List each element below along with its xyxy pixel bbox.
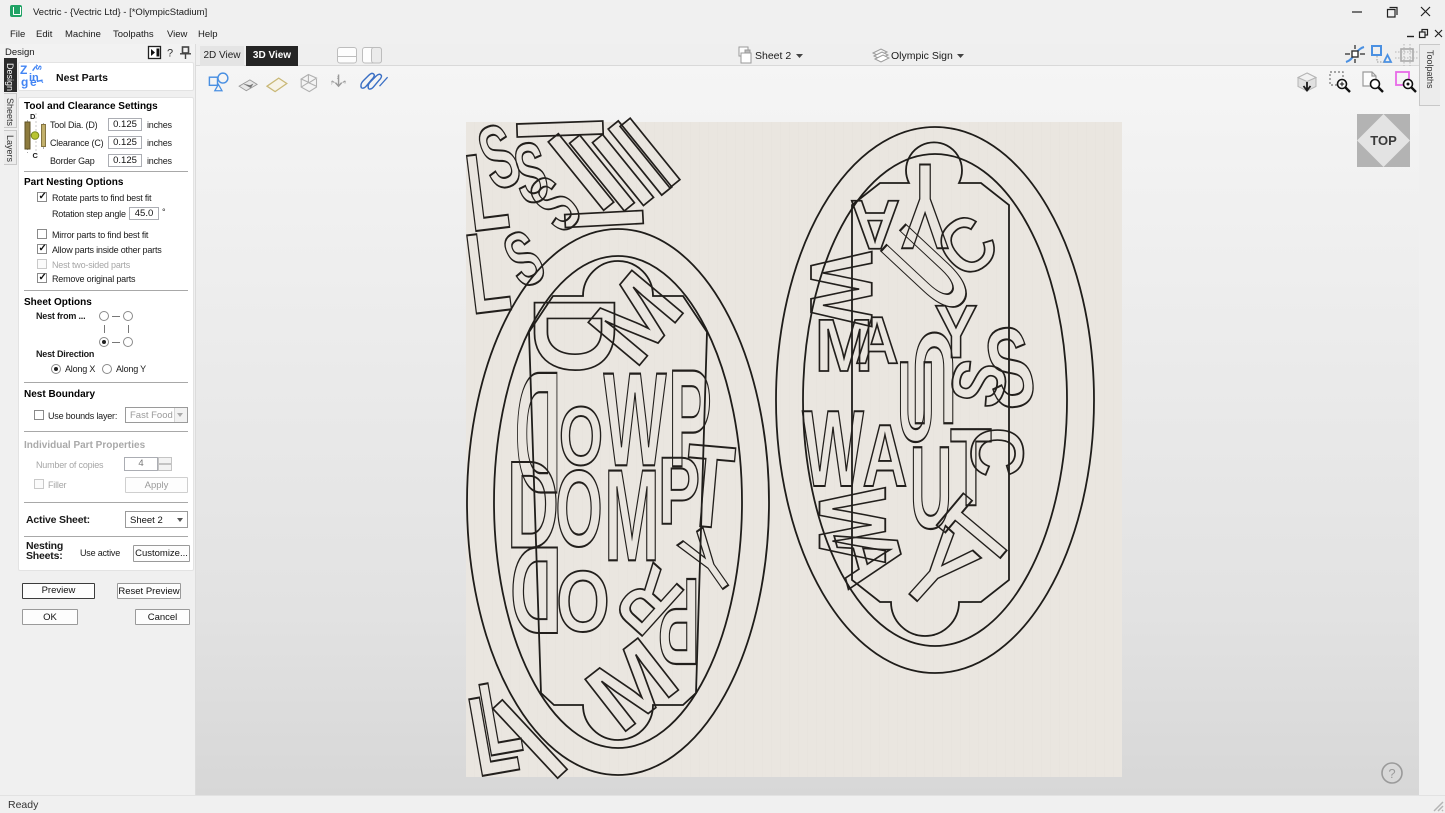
svg-text:TOP: TOP: [1370, 133, 1397, 148]
svg-text:O: O: [556, 555, 609, 650]
svg-text:D: D: [510, 521, 562, 660]
svg-text:?: ?: [1388, 766, 1395, 781]
svg-text:g: g: [21, 75, 28, 89]
svg-text:A: A: [855, 305, 898, 379]
svg-text:Sheet 2: Sheet 2: [755, 50, 791, 62]
svg-text:Olympic Sign: Olympic Sign: [891, 50, 953, 62]
svg-text:D: D: [30, 112, 36, 121]
svg-text:?: ?: [167, 48, 173, 60]
svg-text:r: r: [34, 78, 47, 85]
svg-text:C: C: [955, 427, 1038, 477]
svg-text:C: C: [33, 151, 39, 159]
